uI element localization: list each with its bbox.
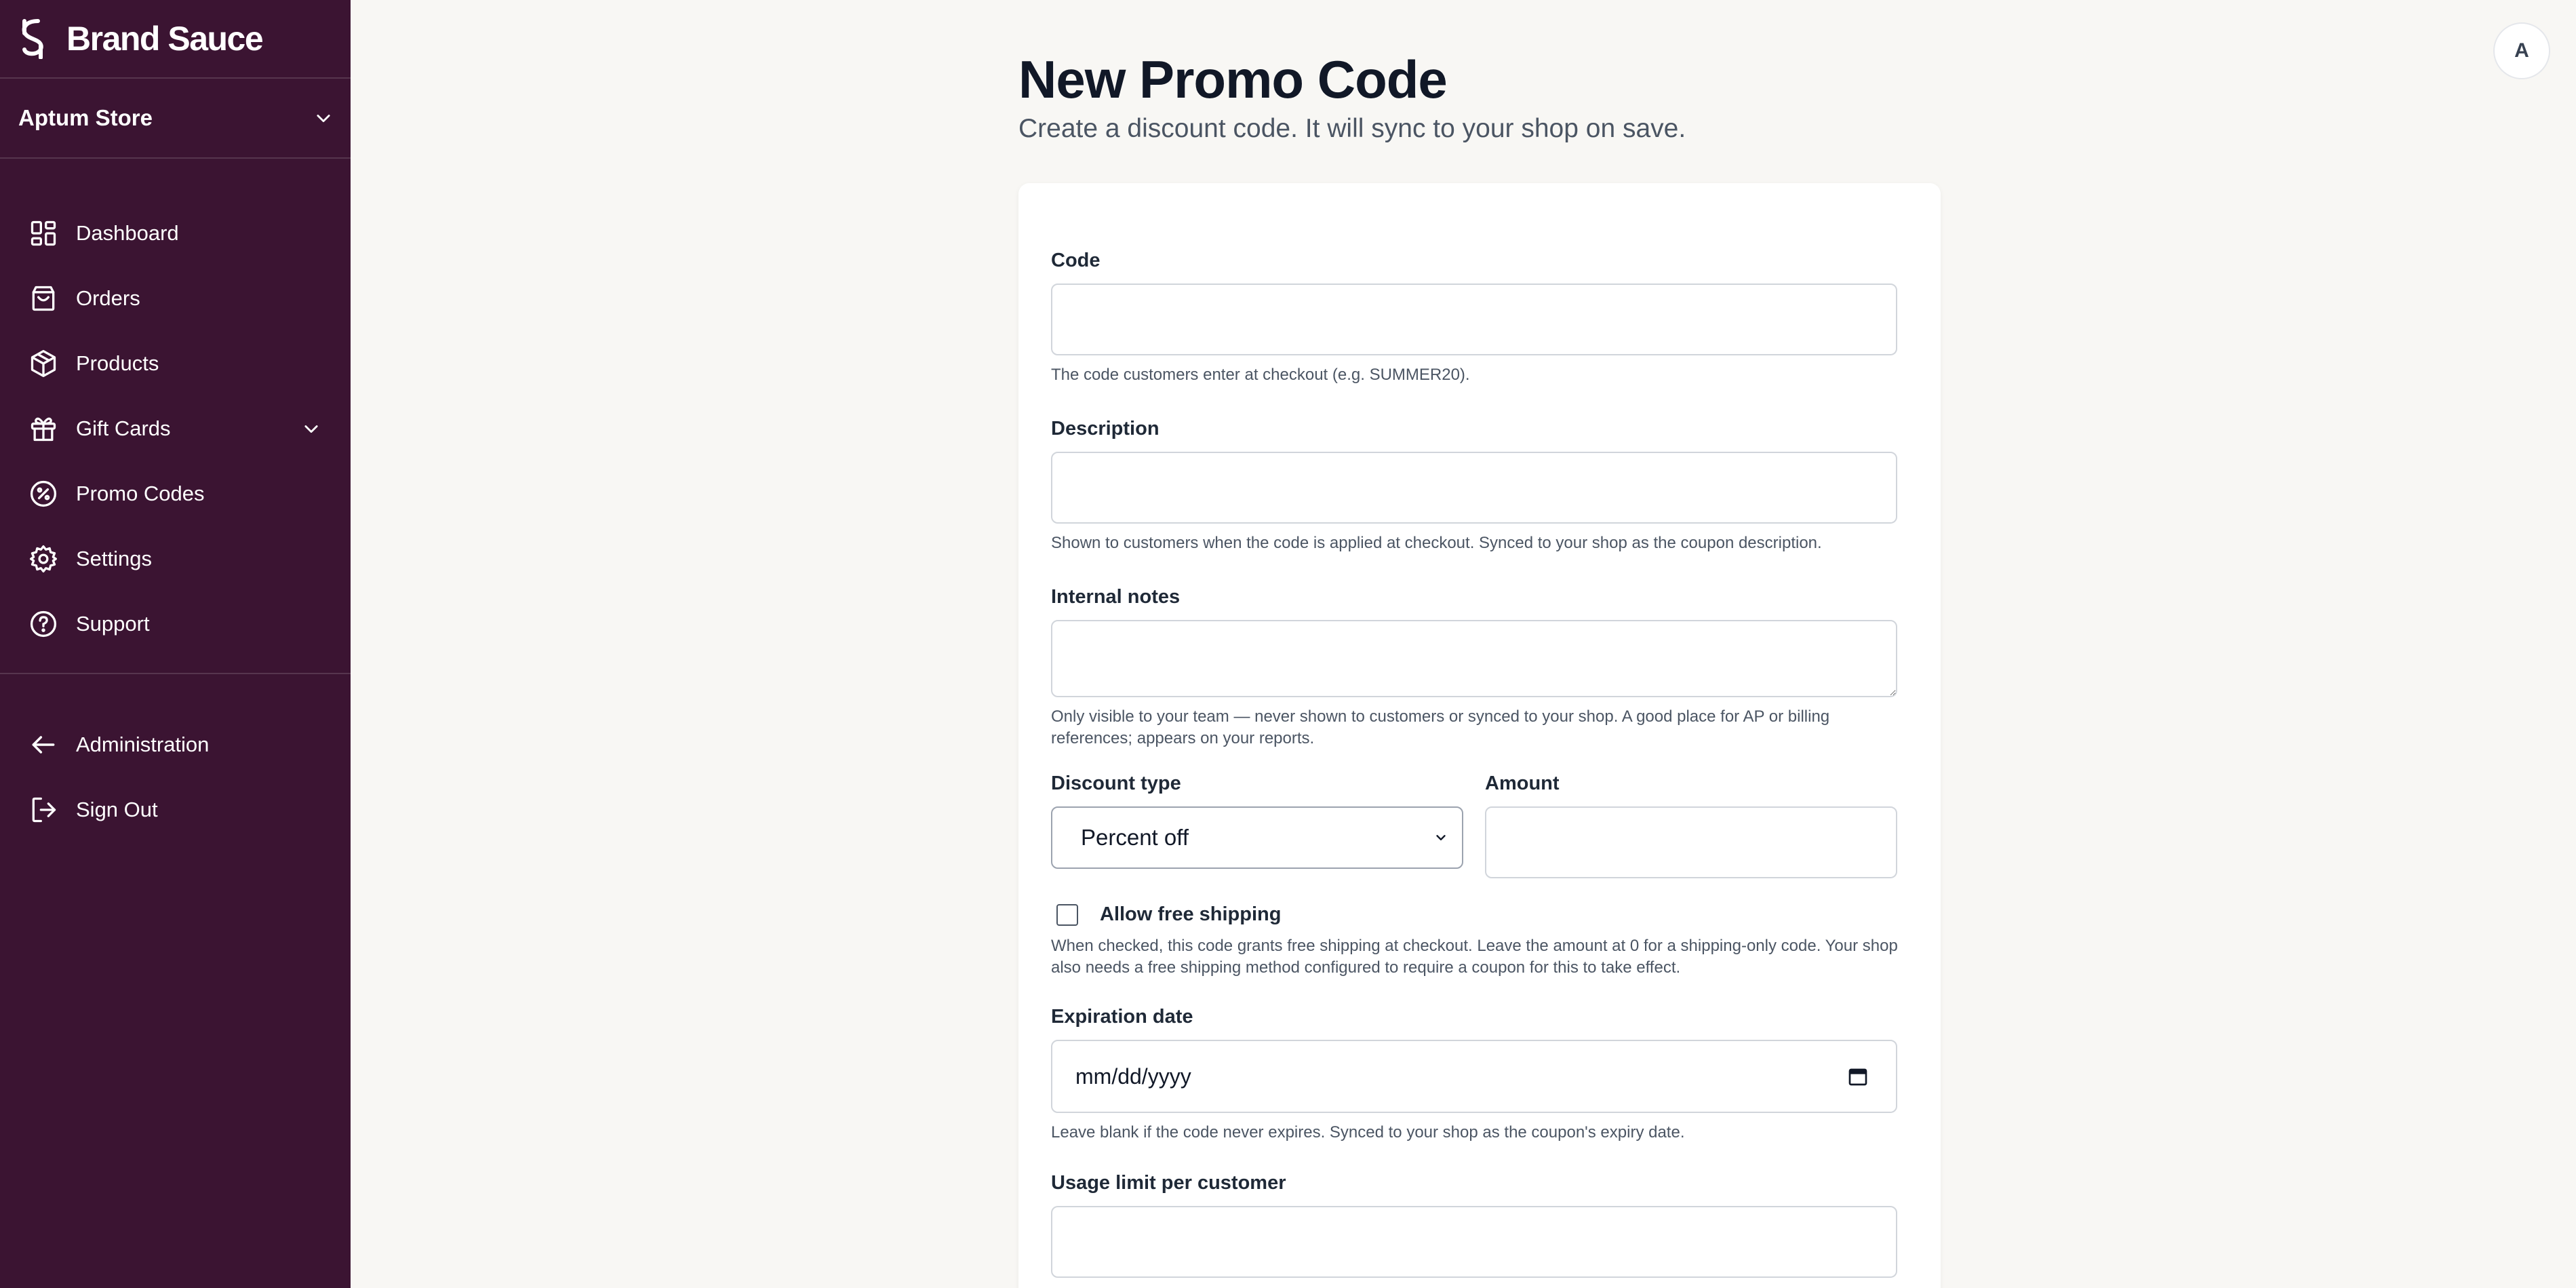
amount-input[interactable] [1485,806,1897,878]
sidebar-item-support[interactable]: Support [0,591,351,657]
sidebar-item-label: Support [76,612,150,636]
sidebar-item-label: Orders [76,286,140,310]
discount-type-value: Percent off [1081,825,1189,850]
amount-field-group: Amount [1485,773,1897,878]
usage-limit-field-group: Usage limit per customer [1051,1172,1908,1278]
discount-type-select[interactable]: Percent off [1051,806,1463,869]
brand-name: Brand Sauce [66,20,264,58]
description-field-group: Description Shown to customers when the … [1051,418,1908,554]
sidebar-nav: Dashboard Orders Products Gift Cards Pro… [0,159,351,842]
brand-logo[interactable]: Brand Sauce [0,0,351,79]
internal-notes-textarea[interactable] [1051,620,1897,697]
chevron-down-icon [317,115,330,123]
percent-badge-icon [30,480,57,507]
free-shipping-checkbox[interactable] [1056,904,1078,926]
code-label: Code [1051,250,1101,271]
sidebar-item-sign-out[interactable]: Sign Out [0,777,351,842]
description-help: Shown to customers when the code is appl… [1051,534,1822,552]
expiration-date-input[interactable]: mm/dd/yyyy [1051,1040,1897,1113]
description-input[interactable] [1051,452,1897,524]
internal-notes-label: Internal notes [1051,586,1181,608]
store-switcher[interactable]: Aptum Store [0,79,351,159]
chevron-down-icon[interactable] [302,419,321,438]
free-shipping-label[interactable]: Allow free shipping [1100,903,1281,926]
gift-icon [31,417,56,442]
internal-notes-help: Only visible to your team — never shown … [1051,707,1830,747]
free-shipping-help: When checked, this code grants free ship… [1051,937,1898,977]
sidebar-item-label: Sign Out [76,798,158,821]
avatar[interactable]: A [2493,22,2550,79]
sidebar-item-promo-codes[interactable]: Promo Codes [0,461,351,526]
internal-notes-field-group: Internal notes Only visible to your team… [1051,586,1908,749]
calendar-icon[interactable] [1847,1066,1869,1087]
free-shipping-field-group: Allow free shipping When checked, this c… [1051,903,1908,979]
promo-code-form: Code The code customers enter at checkou… [1018,183,1941,1288]
sign-out-icon [32,797,56,823]
expiration-date-placeholder: mm/dd/yyyy [1075,1063,1191,1089]
sidebar-item-administration[interactable]: Administration [0,712,351,777]
page-subtitle: Create a discount code. It will sync to … [1018,114,1686,143]
expiration-field-group: Expiration date mm/dd/yyyy Leave blank i… [1051,1006,1908,1144]
free-shipping-row: Allow free shipping [1056,903,1908,926]
dashboard-icon [31,220,56,246]
sidebar-item-label: Administration [76,733,210,756]
gear-icon [30,545,57,572]
usage-limit-input[interactable] [1051,1206,1897,1278]
expiration-label: Expiration date [1051,1006,1193,1028]
discount-type-field-group: Discount type Percent off [1051,773,1463,878]
sidebar-divider [0,673,351,674]
sidebar-item-gift-cards[interactable]: Gift Cards [0,396,351,461]
description-label: Description [1051,418,1160,440]
discount-type-label: Discount type [1051,773,1181,794]
sidebar: Brand Sauce Aptum Store Dashboard Orders… [0,0,351,1288]
amount-label: Amount [1485,773,1560,794]
page-header: New Promo Code Create a discount code. I… [1018,47,1941,144]
store-name: Aptum Store [18,105,153,130]
sidebar-item-label: Settings [76,547,153,570]
brand-mark-icon [22,19,43,59]
sidebar-item-dashboard[interactable]: Dashboard [0,201,351,266]
arrow-left-icon [32,736,55,754]
sidebar-item-settings[interactable]: Settings [0,526,351,591]
sidebar-item-label: Gift Cards [76,416,171,440]
code-field-group: Code The code customers enter at checkou… [1051,250,1908,386]
sidebar-item-orders[interactable]: Orders [0,266,351,331]
sidebar-item-label: Dashboard [76,221,179,245]
usage-limit-label: Usage limit per customer [1051,1172,1286,1194]
expiration-help: Leave blank if the code never expires. S… [1051,1123,1685,1141]
box-icon [31,350,56,377]
shopping-bag-icon [32,286,55,311]
main-content: A New Promo Code Create a discount code.… [351,0,2576,1288]
discount-row: Discount type Percent off Amount [1051,773,1908,878]
sidebar-item-products[interactable]: Products [0,331,351,396]
help-circle-icon [30,610,57,638]
page-title: New Promo Code [1018,50,1448,109]
sidebar-item-label: Products [76,351,159,375]
chevron-down-icon [1436,835,1446,840]
code-help: The code customers enter at checkout (e.… [1051,366,1470,384]
sidebar-item-label: Promo Codes [76,482,205,505]
code-input[interactable] [1051,284,1897,355]
